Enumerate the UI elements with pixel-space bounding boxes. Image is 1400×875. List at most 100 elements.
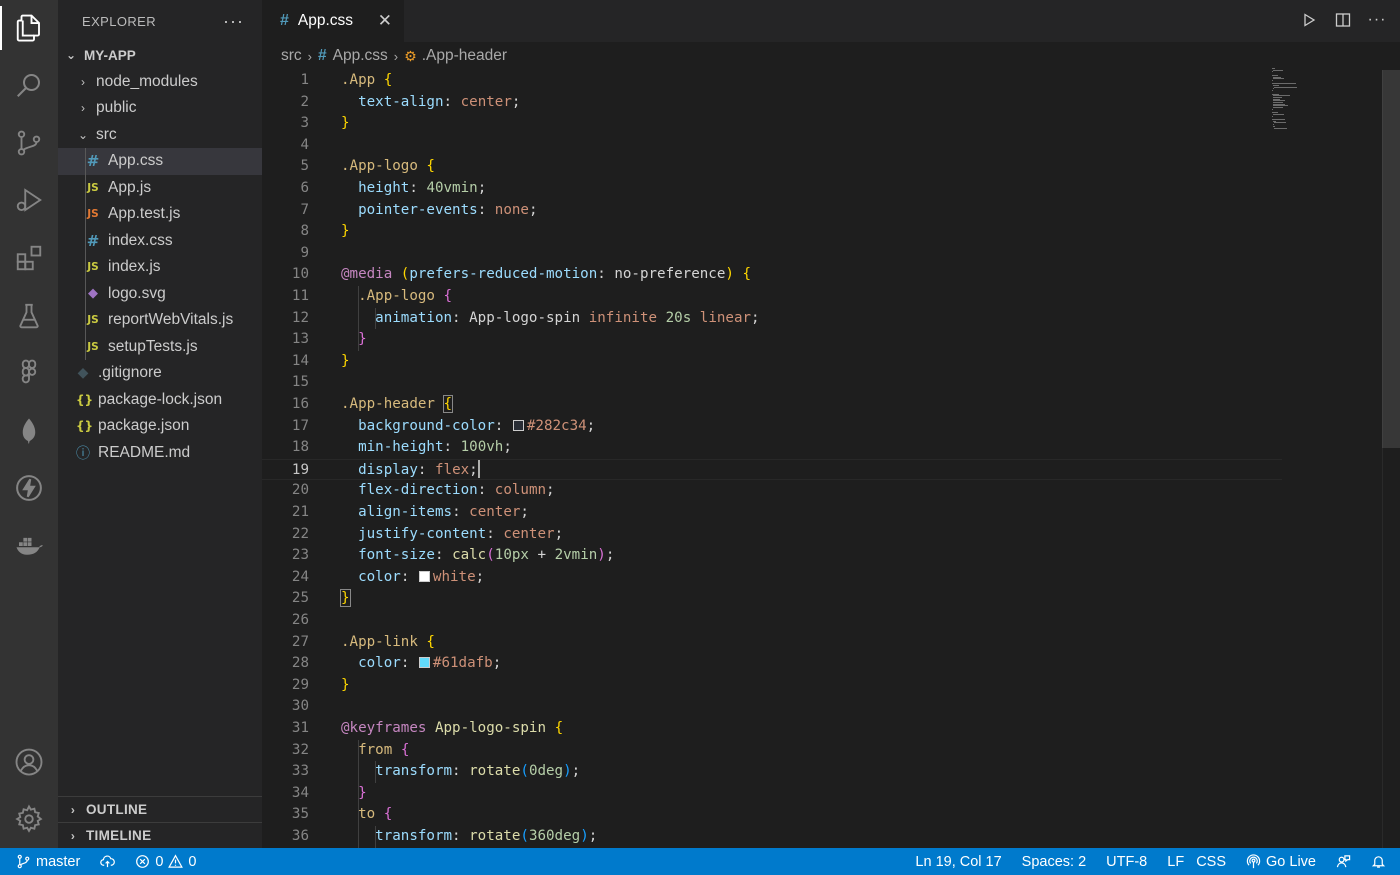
figma-icon[interactable]	[0, 345, 58, 401]
code-line[interactable]: 13 }	[262, 329, 1282, 351]
code-line[interactable]: 30	[262, 696, 1282, 718]
tree-item[interactable]: # App.css	[58, 148, 262, 175]
cursor-position[interactable]: Ln 19, Col 17	[915, 854, 1001, 870]
settings-gear-icon[interactable]	[0, 791, 58, 847]
extensions-icon[interactable]	[0, 230, 58, 286]
end-of-line[interactable]: LF	[1167, 854, 1184, 870]
code-line[interactable]: 19 display: flex;	[262, 458, 1282, 481]
code-line[interactable]: 26	[262, 610, 1282, 632]
code-line[interactable]: 11 .App-logo {	[262, 286, 1282, 308]
code-token: infinite	[588, 309, 658, 326]
run-icon[interactable]	[1300, 10, 1318, 30]
code-line[interactable]: 5 .App-logo {	[262, 156, 1282, 178]
code-line[interactable]: 22 justify-content: center;	[262, 524, 1282, 546]
split-editor-icon[interactable]	[1334, 10, 1352, 30]
tree-item[interactable]: {} package.json	[58, 413, 262, 440]
breadcrumb-file[interactable]: App.css	[333, 47, 388, 65]
tree-item[interactable]: ◆ logo.svg	[58, 280, 262, 307]
language-mode[interactable]: CSS	[1196, 854, 1226, 870]
code-token: ;	[605, 547, 615, 564]
code-line[interactable]: 33 transform: rotate(0deg);	[262, 761, 1282, 783]
docker-icon[interactable]	[0, 518, 58, 574]
outline-section[interactable]: › OUTLINE	[58, 796, 262, 822]
code-line[interactable]: 10 @media (prefers-reduced-motion: no-pre…	[262, 264, 1282, 286]
problems-status[interactable]: 0 0	[135, 854, 196, 870]
more-actions-icon[interactable]: ···	[223, 11, 244, 32]
code-line[interactable]: 3}	[262, 113, 1282, 135]
account-icon[interactable]	[0, 734, 58, 790]
tree-item[interactable]: › public	[58, 95, 262, 122]
minimap[interactable]	[1272, 68, 1300, 130]
warning-count: 0	[188, 853, 197, 870]
run-debug-icon[interactable]	[0, 172, 58, 228]
code-line[interactable]: 23 font-size: calc(10px + 2vmin);	[262, 545, 1282, 567]
code-line[interactable]: 28 color: #61dafb;	[262, 653, 1282, 675]
line-number: 17	[291, 417, 309, 434]
code-token: }	[341, 676, 350, 693]
more-actions-icon[interactable]: ···	[1368, 10, 1386, 30]
code-line[interactable]: 4	[262, 135, 1282, 157]
code-line[interactable]: 27 .App-link {	[262, 632, 1282, 654]
timeline-section[interactable]: › TIMELINE	[58, 822, 262, 848]
code-line[interactable]: 15	[262, 372, 1282, 394]
code-line[interactable]: 8}	[262, 221, 1282, 243]
code-line[interactable]: 16 .App-header {	[262, 394, 1282, 416]
go-live-button[interactable]: Go Live	[1246, 854, 1316, 870]
code-line[interactable]: 17 background-color: #282c34;	[262, 416, 1282, 438]
sync-status[interactable]	[100, 854, 116, 869]
code-line[interactable]: 25}	[262, 588, 1282, 610]
close-icon[interactable]: ✕	[378, 11, 392, 31]
code-line[interactable]: 7 pointer-events: none;	[262, 200, 1282, 222]
search-icon[interactable]	[0, 57, 58, 113]
code-line[interactable]: 12 animation: App-logo-spin infinite 20s…	[262, 308, 1282, 330]
code-editor[interactable]: 1 .App {2 text-align: center; 3} 4 5 .App-log…	[262, 70, 1400, 848]
thunder-client-icon[interactable]	[0, 460, 58, 516]
breadcrumb-symbol[interactable]: .App-header	[422, 47, 507, 65]
branch-status[interactable]: master	[16, 854, 80, 870]
project-folder[interactable]: ⌄ MY-APP	[58, 42, 262, 69]
explorer-icon[interactable]	[0, 0, 58, 56]
tree-item[interactable]: ⌄ src	[58, 122, 262, 149]
notifications-bell-icon[interactable]	[1371, 854, 1386, 869]
code-line[interactable]: 1 .App {	[262, 70, 1282, 92]
tab-app-css[interactable]: # App.css ✕	[262, 0, 404, 42]
code-line[interactable]: 9	[262, 243, 1282, 265]
tree-item[interactable]: JS App.js	[58, 174, 262, 201]
scrollbar-thumb[interactable]	[1382, 70, 1400, 448]
code-line[interactable]: 14}	[262, 351, 1282, 373]
tree-item[interactable]: JS reportWebVitals.js	[58, 307, 262, 334]
code-line[interactable]: 36 transform: rotate(360deg);	[262, 826, 1282, 848]
code-line[interactable]: 35 to {	[262, 804, 1282, 826]
tree-item[interactable]: JS App.test.js	[58, 201, 262, 228]
mongodb-icon[interactable]	[0, 403, 58, 459]
tree-item[interactable]: ◆ .gitignore	[58, 360, 262, 387]
code-line[interactable]: 6 height: 40vmin;	[262, 178, 1282, 200]
color-swatch[interactable]	[512, 419, 524, 431]
encoding[interactable]: UTF-8	[1106, 854, 1147, 870]
code-line[interactable]: 18 min-height: 100vh;	[262, 437, 1282, 459]
indentation[interactable]: Spaces: 2	[1022, 854, 1087, 870]
tree-item[interactable]: {} package-lock.json	[58, 387, 262, 414]
feedback-icon[interactable]	[1336, 854, 1351, 869]
code-line[interactable]: 2 text-align: center;	[262, 92, 1282, 114]
testing-icon[interactable]	[0, 288, 58, 344]
tree-item[interactable]: JS index.js	[58, 254, 262, 281]
tree-item[interactable]: ⓘ README.md	[58, 440, 262, 467]
tree-item[interactable]: › node_modules	[58, 69, 262, 96]
tree-item[interactable]: # index.css	[58, 227, 262, 254]
source-control-icon[interactable]	[0, 115, 58, 171]
code-line[interactable]: 31 @keyframes App-logo-spin {	[262, 718, 1282, 740]
code-line[interactable]: 32 from {	[262, 740, 1282, 762]
breadcrumb-folder[interactable]: src	[281, 47, 302, 65]
code-line[interactable]: 29}	[262, 675, 1282, 697]
code-line[interactable]: 24 color: white;	[262, 567, 1282, 589]
code-line[interactable]: 21 align-items: center;	[262, 502, 1282, 524]
code-line[interactable]: 20 flex-direction: column;	[262, 480, 1282, 502]
color-swatch[interactable]	[418, 570, 430, 582]
code-token: {	[426, 633, 435, 650]
code-line[interactable]: 34 }	[262, 783, 1282, 805]
color-swatch[interactable]	[418, 657, 430, 669]
tree-item[interactable]: JS setupTests.js	[58, 333, 262, 360]
